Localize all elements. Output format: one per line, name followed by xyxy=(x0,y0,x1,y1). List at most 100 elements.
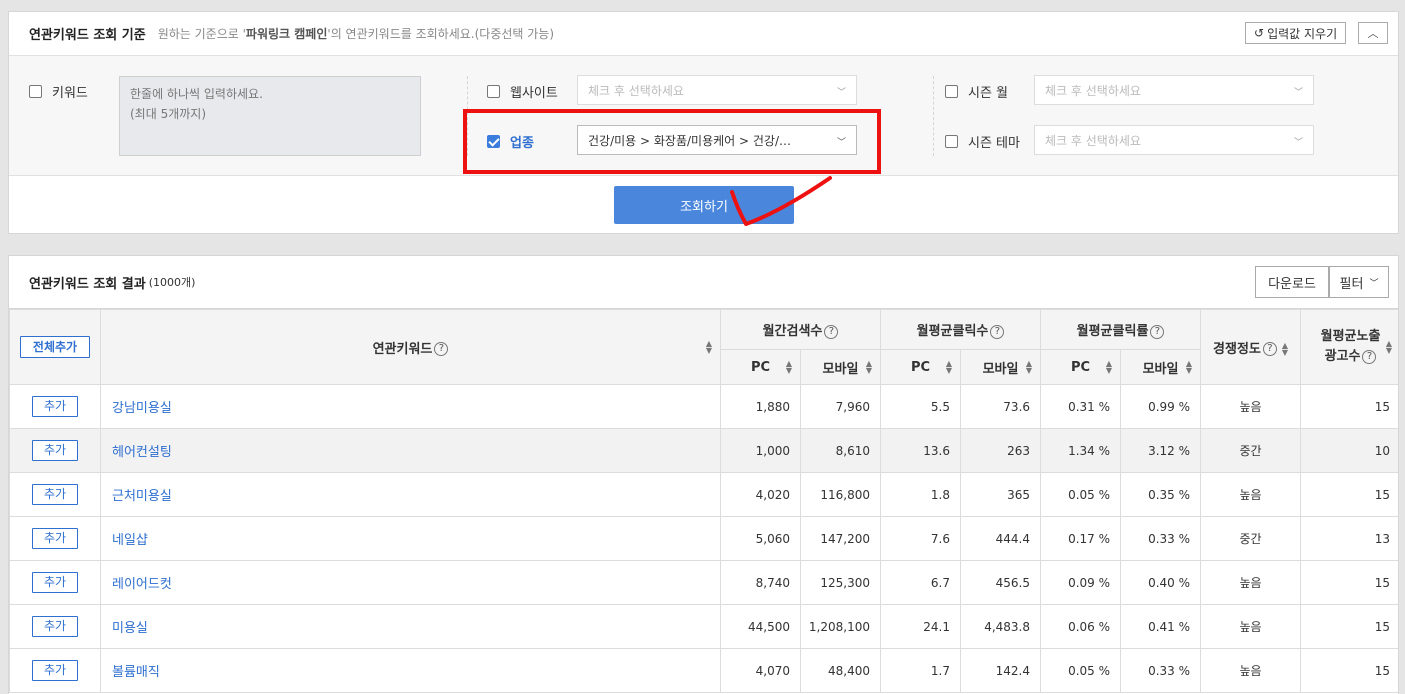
ctr-pc-header[interactable]: PC ▲ ▼ xyxy=(1040,349,1122,385)
filter-button[interactable]: 필터 ﹀ xyxy=(1329,266,1389,298)
keyword-column-label: 연관키워드 xyxy=(372,341,433,357)
website-select-placeholder: 체크 후 선택하세요 xyxy=(588,83,684,98)
keyword-cell[interactable]: 근처미용실 xyxy=(100,472,721,517)
season-month-select[interactable]: 체크 후 선택하세요 ﹀ xyxy=(1034,75,1314,105)
keyword-placeholder-line1: 한줄에 하나씩 입력하세요. xyxy=(130,87,263,101)
sort-icon[interactable]: ▲ ▼ xyxy=(1026,360,1032,375)
help-icon[interactable]: ? xyxy=(824,324,839,339)
add-all-header: 전체추가 xyxy=(9,309,101,385)
ctr-mobile-cell: 0.35 % xyxy=(1120,472,1202,517)
mobile-label: 모바일 xyxy=(1142,361,1179,377)
search-pc-header[interactable]: PC ▲ ▼ xyxy=(720,349,801,385)
ctr-mobile-header[interactable]: 모바일 ▲ ▼ xyxy=(1120,349,1202,385)
industry-select[interactable]: 건강/미용 > 화장품/미용케어 > 건강/… ﹀ xyxy=(577,125,857,155)
sort-icon[interactable]: ▲ ▼ xyxy=(946,360,952,375)
search-mobile-cell: 147,200 xyxy=(800,516,881,561)
search-mobile-cell: 48,400 xyxy=(800,648,881,693)
season-theme-label: 시즌 테마 xyxy=(968,136,1020,151)
keyword-cell[interactable]: 네일샵 xyxy=(100,516,721,561)
search-mobile-cell: 1,208,100 xyxy=(800,604,881,649)
add-cell: 추가 xyxy=(9,648,101,693)
pc-label: PC xyxy=(1070,359,1091,375)
click-mobile-cell: 456.5 xyxy=(959,560,1042,605)
add-all-button[interactable]: 전체추가 xyxy=(20,336,90,358)
sort-icon[interactable]: ▲ ▼ xyxy=(1386,340,1392,355)
sort-icon[interactable]: ▲ ▼ xyxy=(866,360,872,375)
add-button[interactable]: 추가 xyxy=(32,616,78,637)
mobile-label: 모바일 xyxy=(822,361,859,377)
keyword-cell[interactable]: 헤어컨설팅 xyxy=(100,428,721,473)
keyword-cell[interactable]: 미용실 xyxy=(100,604,721,649)
download-button[interactable]: 다운로드 xyxy=(1255,266,1329,298)
click-mobile-header[interactable]: 모바일 ▲ ▼ xyxy=(959,349,1042,385)
add-button[interactable]: 추가 xyxy=(32,396,78,417)
reset-input-button[interactable]: ↺ 입력값 지우기 xyxy=(1245,22,1347,44)
search-pc-cell: 1,880 xyxy=(720,384,801,429)
help-icon[interactable]: ? xyxy=(1362,349,1377,364)
click-pc-cell: 6.7 xyxy=(880,560,961,605)
sort-icon[interactable]: ▲ ▼ xyxy=(1106,360,1112,375)
help-icon[interactable]: ? xyxy=(434,342,449,356)
sort-icon[interactable]: ▲ ▼ xyxy=(786,360,792,375)
competition-cell: 높음 xyxy=(1200,560,1302,605)
chevron-up-icon: ︿ xyxy=(1367,27,1379,40)
website-checkbox[interactable] xyxy=(487,85,500,98)
sort-icon[interactable]: ▲ ▼ xyxy=(1282,342,1288,357)
search-pc-cell: 44,500 xyxy=(720,604,801,649)
help-icon[interactable]: ? xyxy=(1262,342,1277,356)
keyword-checkbox[interactable] xyxy=(29,85,42,98)
ctr-pc-cell: 1.34 % xyxy=(1040,428,1122,473)
ad-count-cell: 15 xyxy=(1300,560,1398,605)
season-theme-checkbox[interactable] xyxy=(945,135,958,148)
industry-checkbox[interactable] xyxy=(487,135,500,148)
sort-icon[interactable]: ▲ ▼ xyxy=(1186,360,1192,375)
season-month-placeholder: 체크 후 선택하세요 xyxy=(1045,83,1141,98)
results-panel: 연관키워드 조회 결과 (1000개) 다운로드 필터 ﹀ 전체추가 연관키워드… xyxy=(8,255,1399,694)
keyword-cell[interactable]: 볼륨매직 xyxy=(100,648,721,693)
chevron-down-icon: ﹀ xyxy=(1293,138,1303,148)
results-table: 전체추가 연관키워드? ▲ ▼ 월간검색수? 월평균클릭수? 월평균클릭률? 경쟁… xyxy=(9,309,1398,693)
results-title: 연관키워드 조회 결과 xyxy=(29,276,146,292)
search-button[interactable]: 조회하기 xyxy=(614,186,794,224)
divider xyxy=(467,76,468,156)
ad-count-header[interactable]: 월평균노출 광고수? ▲ ▼ xyxy=(1300,309,1398,385)
ad-count-cell: 13 xyxy=(1300,516,1398,561)
keyword-textarea[interactable]: 한줄에 하나씩 입력하세요. (최대 5개까지) xyxy=(119,76,421,156)
add-button[interactable]: 추가 xyxy=(32,660,78,681)
click-pc-header[interactable]: PC ▲ ▼ xyxy=(880,349,961,385)
sort-icon[interactable]: ▲ ▼ xyxy=(706,340,712,355)
add-button[interactable]: 추가 xyxy=(32,572,78,593)
help-icon[interactable]: ? xyxy=(990,324,1005,339)
add-button[interactable]: 추가 xyxy=(32,484,78,505)
click-mobile-cell: 142.4 xyxy=(959,648,1042,693)
competition-cell: 중간 xyxy=(1200,428,1302,473)
website-label: 웹사이트 xyxy=(510,86,558,101)
ctr-mobile-cell: 0.99 % xyxy=(1120,384,1202,429)
season-theme-placeholder: 체크 후 선택하세요 xyxy=(1045,133,1141,148)
website-select[interactable]: 체크 후 선택하세요 ﹀ xyxy=(577,75,857,105)
competition-header[interactable]: 경쟁정도? ▲ ▼ xyxy=(1200,309,1302,385)
collapse-button[interactable]: ︿ xyxy=(1358,22,1388,44)
search-mobile-cell: 116,800 xyxy=(800,472,881,517)
help-icon[interactable]: ? xyxy=(1150,324,1165,339)
search-mobile-header[interactable]: 모바일 ▲ ▼ xyxy=(800,349,881,385)
ad-count-cell: 15 xyxy=(1300,604,1398,649)
click-pc-cell: 1.7 xyxy=(880,648,961,693)
click-mobile-cell: 73.6 xyxy=(959,384,1042,429)
keyword-column-header[interactable]: 연관키워드? ▲ ▼ xyxy=(100,309,721,385)
keyword-cell[interactable]: 강남미용실 xyxy=(100,384,721,429)
criteria-desc-campaign: 파워링크 캠페인 xyxy=(245,27,328,41)
pc-label: PC xyxy=(910,359,931,375)
keyword-cell[interactable]: 레이어드컷 xyxy=(100,560,721,605)
click-pc-cell: 1.8 xyxy=(880,472,961,517)
filter-label: 필터 xyxy=(1339,276,1364,292)
season-theme-select[interactable]: 체크 후 선택하세요 ﹀ xyxy=(1034,125,1314,155)
divider xyxy=(933,76,934,156)
season-month-checkbox[interactable] xyxy=(945,85,958,98)
ctr-pc-cell: 0.05 % xyxy=(1040,648,1122,693)
click-pc-cell: 13.6 xyxy=(880,428,961,473)
competition-label: 경쟁정도 xyxy=(1213,341,1261,357)
table-row: 추가 네일샵 5,060 147,200 7.6 444.4 0.17 % 0.… xyxy=(9,516,1398,561)
add-button[interactable]: 추가 xyxy=(32,528,78,549)
add-button[interactable]: 추가 xyxy=(32,440,78,461)
